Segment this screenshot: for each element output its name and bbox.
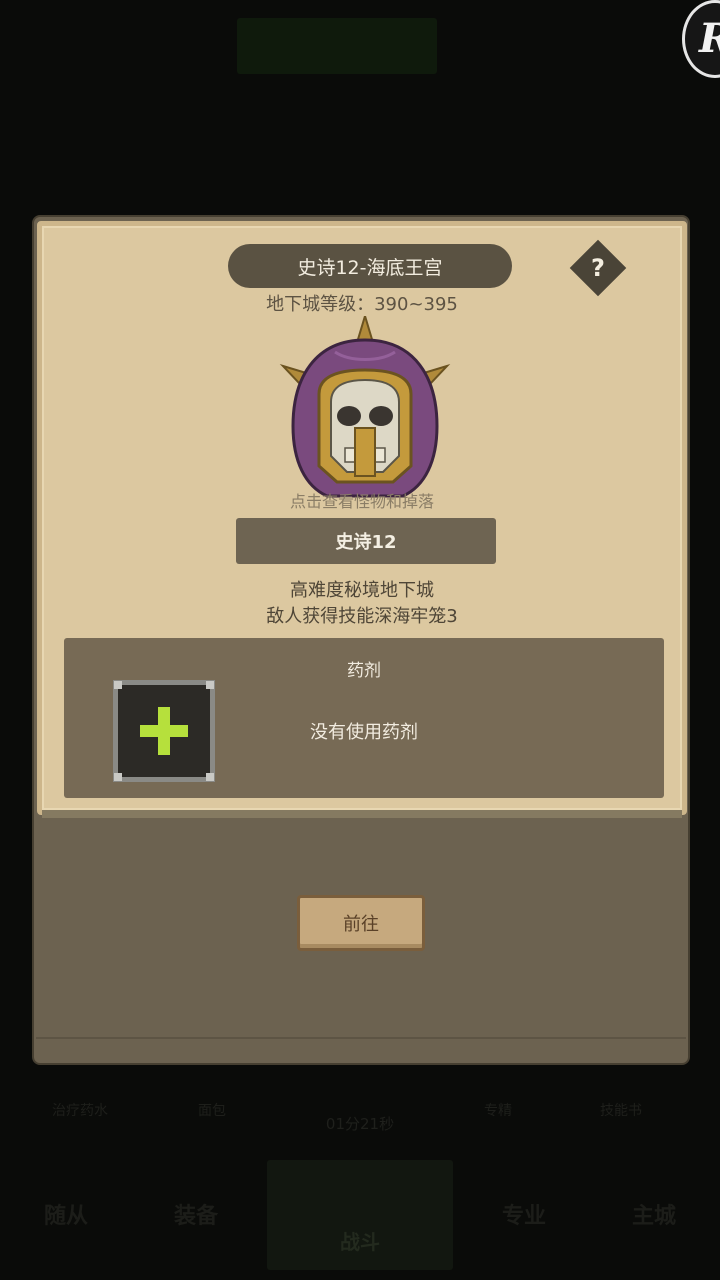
dungeon-description-line: 敌人获得技能深海牢笼3 [266, 606, 458, 627]
dungeon-level: 地下城等级：390~395 [266, 294, 458, 315]
armored-skull-icon[interactable] [275, 312, 455, 501]
dungeon-info-card: 史诗12-海底王宫 ? 地下城等级：390~395 点击查看怪物和掉落 史诗12… [37, 221, 687, 818]
dungeon-description-line: 高难度秘境地下城 [290, 580, 434, 601]
tab-followers: 随从 [43, 1204, 88, 1229]
view-monsters-hint[interactable]: 点击查看怪物和掉落 [42, 488, 682, 512]
tab-profession: 专业 [501, 1204, 546, 1229]
question-mark-icon: ? [591, 254, 605, 282]
dungeon-dialog: 史诗12-海底王宫 ? 地下城等级：390~395 点击查看怪物和掉落 史诗12… [32, 215, 690, 1065]
background-label: 专精 [484, 1103, 512, 1119]
tab-battle: 战斗 [340, 1230, 380, 1254]
background-timer: 01分21秒 [325, 1115, 395, 1133]
dialog-divider [36, 1037, 686, 1039]
help-button[interactable]: ? [569, 239, 627, 297]
potion-title: 药剂 [347, 661, 381, 681]
background-label: 面包 [198, 1103, 226, 1119]
tab-equipment: 装备 [173, 1204, 218, 1229]
background-label: 技能书 [600, 1103, 642, 1119]
paper-edge [42, 810, 682, 818]
tab-main-city: 主城 [631, 1204, 676, 1229]
dungeon-title: 史诗12-海底王宫 [228, 244, 512, 288]
background-top-banner [237, 18, 437, 74]
potion-slot[interactable] [113, 680, 215, 782]
potion-panel: 药剂 没有使用药剂 [64, 638, 664, 798]
potion-status: 没有使用药剂 [310, 722, 418, 743]
difficulty-mode-label: 史诗12 [236, 518, 496, 564]
background-label: 治疗药水 [52, 1103, 108, 1119]
go-button[interactable]: 前往 [297, 895, 425, 951]
